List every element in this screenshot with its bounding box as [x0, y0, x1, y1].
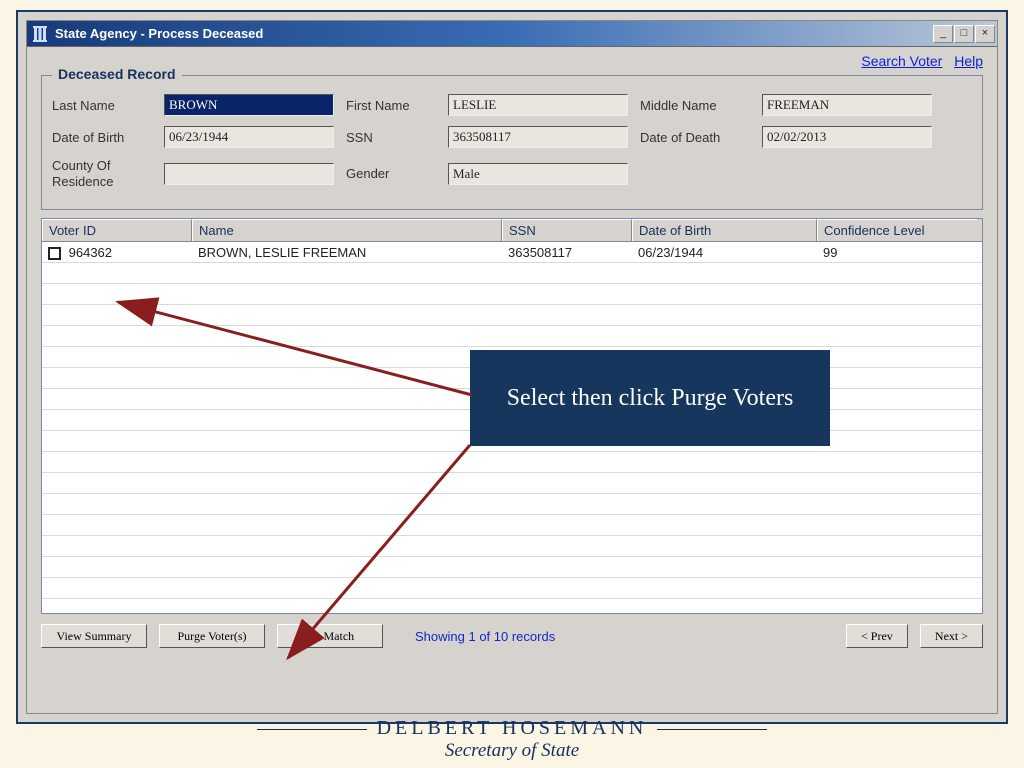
app-icon — [31, 25, 49, 43]
dob-label: Date of Birth — [52, 130, 152, 145]
county-field[interactable] — [164, 163, 334, 185]
maximize-button[interactable]: □ — [954, 25, 974, 43]
next-button[interactable]: Next > — [920, 624, 983, 648]
footer-bar: View Summary Purge Voter(s) No Match Sho… — [27, 614, 997, 656]
minimize-button[interactable]: _ — [933, 25, 953, 43]
cell-ssn: 363508117 — [502, 245, 632, 260]
middle-name-label: Middle Name — [640, 98, 750, 113]
last-name-field[interactable]: BROWN — [164, 94, 334, 116]
row-checkbox[interactable] — [48, 247, 61, 260]
search-voter-link[interactable]: Search Voter — [861, 53, 942, 69]
cell-voter-id: 964362 — [42, 245, 192, 260]
group-title: Deceased Record — [52, 66, 182, 82]
instruction-callout: Select then click Purge Voters — [470, 350, 830, 446]
no-match-button[interactable]: No Match — [277, 624, 383, 648]
cell-confidence: 99 — [817, 245, 977, 260]
col-ssn[interactable]: SSN — [502, 219, 632, 241]
col-voter-id[interactable]: Voter ID — [42, 219, 192, 241]
dod-field[interactable]: 02/02/2013 — [762, 126, 932, 148]
col-name[interactable]: Name — [192, 219, 502, 241]
close-button[interactable]: × — [975, 25, 995, 43]
dod-label: Date of Death — [640, 130, 750, 145]
callout-text: Select then click Purge Voters — [507, 385, 794, 412]
footer-branding: DELBERT HOSEMANN Secretary of State — [0, 717, 1024, 762]
window-title: State Agency - Process Deceased — [55, 26, 263, 41]
cell-dob: 06/23/1944 — [632, 245, 817, 260]
dob-field[interactable]: 06/23/1944 — [164, 126, 334, 148]
branding-name: DELBERT HOSEMANN — [229, 717, 796, 740]
gender-field[interactable]: Male — [448, 163, 628, 185]
ssn-label: SSN — [346, 130, 436, 145]
prev-button[interactable]: < Prev — [846, 624, 908, 648]
cell-name: BROWN, LESLIE FREEMAN — [192, 245, 502, 260]
first-name-label: First Name — [346, 98, 436, 113]
deceased-record-group: Deceased Record Last Name BROWN First Na… — [41, 75, 983, 210]
status-text: Showing 1 of 10 records — [415, 629, 555, 644]
titlebar: State Agency - Process Deceased _ □ × — [27, 21, 997, 47]
view-summary-button[interactable]: View Summary — [41, 624, 147, 648]
voter-id-value: 964362 — [69, 245, 112, 260]
gender-label: Gender — [346, 166, 436, 181]
col-dob[interactable]: Date of Birth — [632, 219, 817, 241]
county-label: County Of Residence — [52, 158, 152, 189]
first-name-field[interactable]: LESLIE — [448, 94, 628, 116]
middle-name-field[interactable]: FREEMAN — [762, 94, 932, 116]
branding-title: Secretary of State — [0, 740, 1024, 762]
table-row[interactable]: 964362 BROWN, LESLIE FREEMAN 363508117 0… — [42, 242, 982, 263]
grid-header: Voter ID Name SSN Date of Birth Confiden… — [42, 219, 982, 242]
help-link[interactable]: Help — [954, 53, 983, 69]
col-confidence[interactable]: Confidence Level — [817, 219, 977, 241]
window-buttons: _ □ × — [932, 25, 995, 43]
purge-voters-button[interactable]: Purge Voter(s) — [159, 624, 265, 648]
ssn-field[interactable]: 363508117 — [448, 126, 628, 148]
last-name-label: Last Name — [52, 98, 152, 113]
